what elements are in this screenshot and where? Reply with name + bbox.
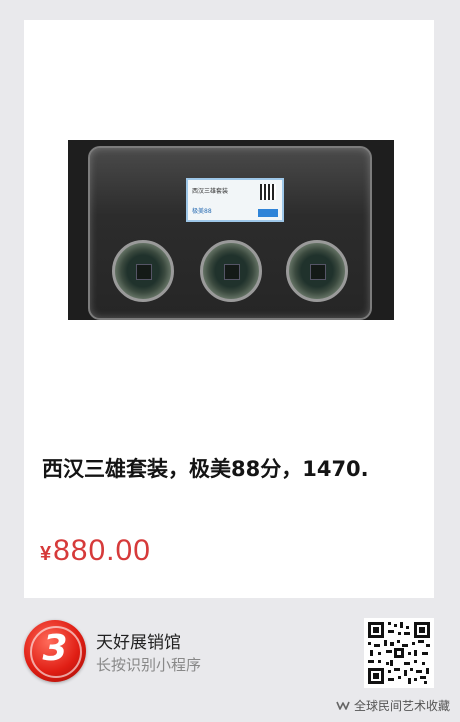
- product-price: ¥880.00: [40, 534, 151, 568]
- product-image-area[interactable]: 西汉三雄套装 极美88: [24, 20, 434, 436]
- coin-right: [286, 240, 348, 302]
- coin-middle: [200, 240, 262, 302]
- grading-label-grade: 极美88: [192, 208, 212, 215]
- label-tag-icon: [258, 209, 278, 217]
- coin-left: [112, 240, 174, 302]
- product-info: 西汉三雄套装，极美88分，1470. ¥880.00: [24, 436, 434, 598]
- shop-logo-glyph: 3: [42, 628, 68, 669]
- product-card[interactable]: 西汉三雄套装 极美88 西汉三雄套装，极美88分，1470. ¥880.00: [24, 20, 434, 598]
- currency-symbol: ¥: [40, 543, 52, 565]
- label-qr-icon: [260, 184, 276, 200]
- long-press-hint: 长按识别小程序: [96, 656, 202, 674]
- product-photo: 西汉三雄套装 极美88: [68, 140, 394, 320]
- mini-program-footer[interactable]: 3 天好展销馆 长按识别小程序 全球民间艺术收藏: [0, 600, 460, 722]
- wechat-channel-icon: [336, 701, 350, 710]
- product-title: 西汉三雄套装，极美88分，1470.: [42, 457, 369, 481]
- grading-label-title: 西汉三雄套装: [192, 188, 229, 195]
- price-amount: 880.00: [53, 534, 151, 567]
- source-watermark: 全球民间艺术收藏: [336, 697, 450, 714]
- grading-label: 西汉三雄套装 极美88: [186, 178, 284, 222]
- coin-holder-slab: 西汉三雄套装 极美88: [88, 146, 372, 320]
- mini-program-qr-code[interactable]: [364, 618, 434, 688]
- shop-name: 天好展销馆: [96, 633, 181, 653]
- watermark-text: 全球民间艺术收藏: [353, 699, 450, 713]
- shop-logo: 3: [24, 620, 86, 682]
